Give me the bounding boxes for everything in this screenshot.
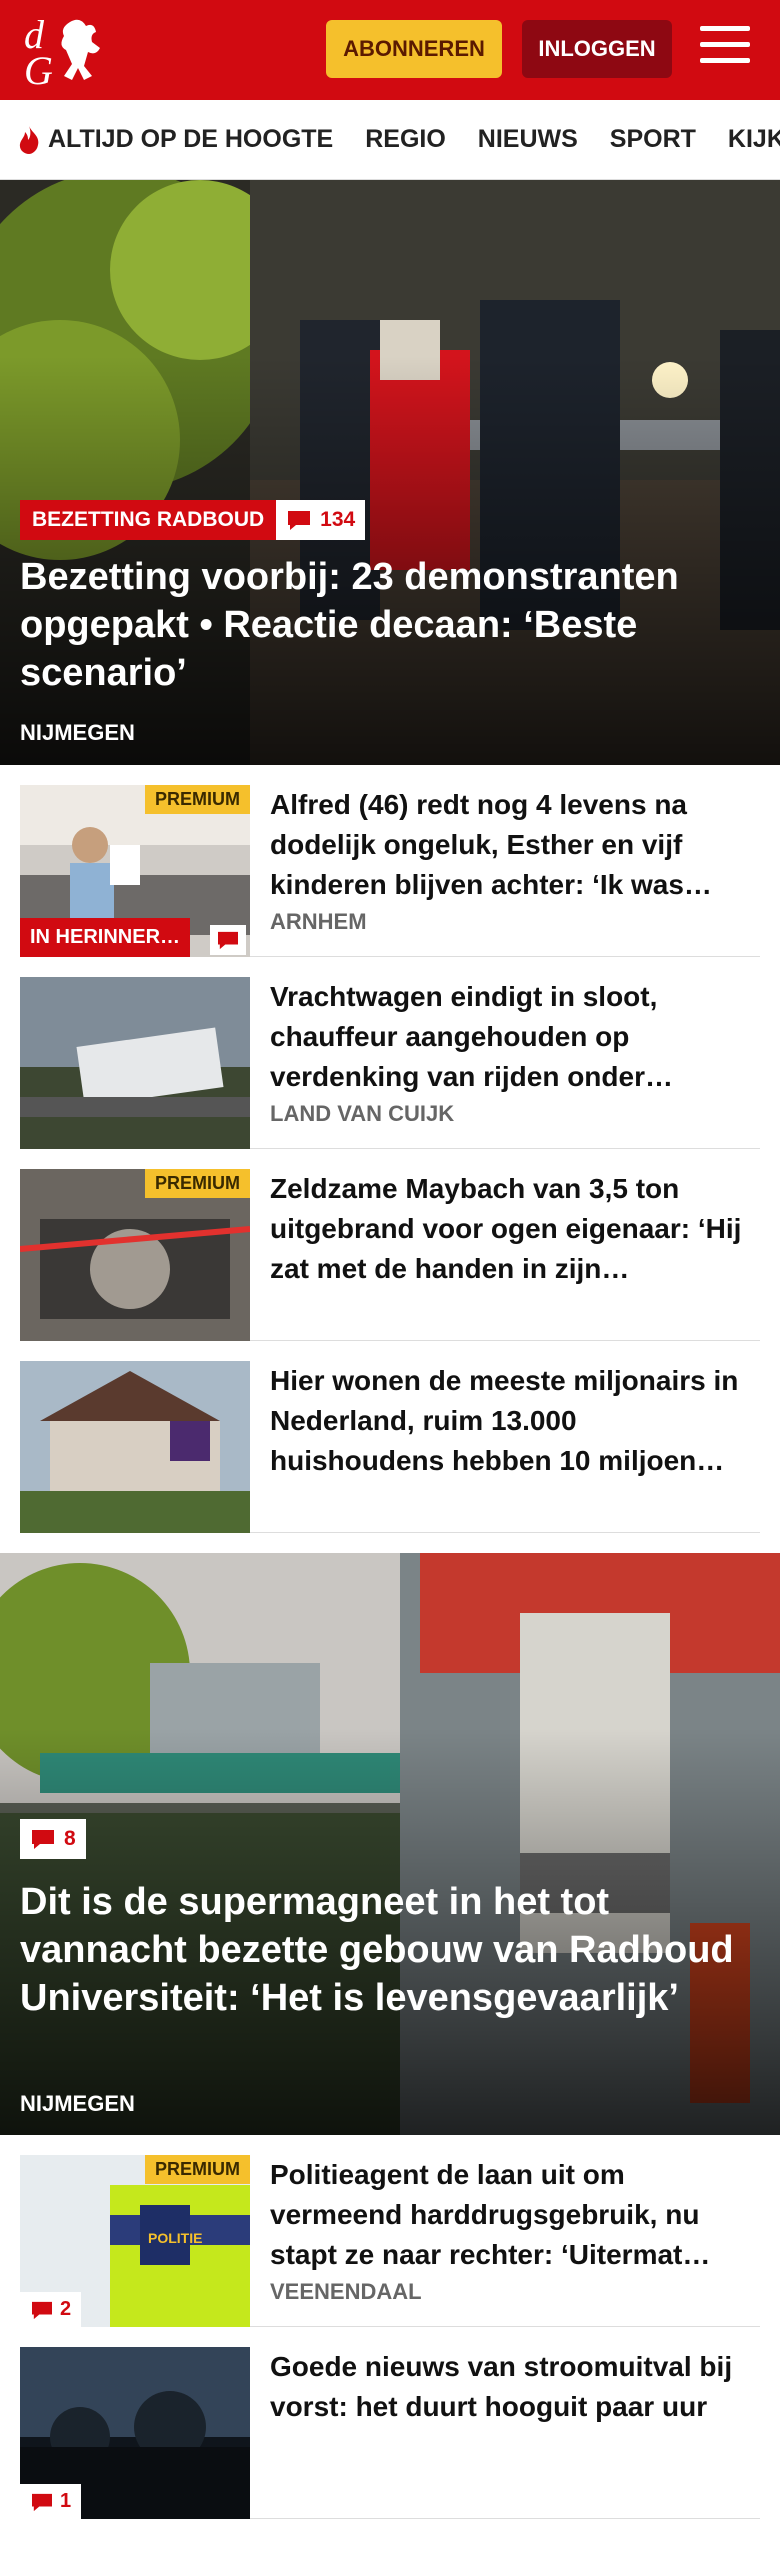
comment-count-value: 134: [320, 508, 356, 531]
nav-item-kijk[interactable]: KIJK: [728, 125, 780, 154]
list-item[interactable]: Vrachtwagen eindigt in sloot, chauffeur …: [20, 957, 760, 1149]
site-logo[interactable]: d G: [20, 12, 116, 88]
item-title[interactable]: Alfred (46) redt nog 4 levens na dodelij…: [270, 785, 750, 905]
nav-item-regio[interactable]: REGIO: [365, 125, 446, 154]
comment-count[interactable]: 134: [276, 500, 366, 540]
thumbnail: POLITIE PREMIUM 2: [20, 2155, 250, 2327]
list-item[interactable]: Hier wonen de meeste miljonairs in Neder…: [20, 1341, 760, 1533]
menu-icon[interactable]: [700, 26, 750, 72]
item-location: VEENENDAAL: [270, 2279, 422, 2304]
nav-item-altijd[interactable]: ALTIJD OP DE HOOGTE: [16, 125, 333, 155]
top-bar: d G ABONNEREN INLOGGEN: [0, 0, 780, 100]
comment-icon: [32, 1830, 54, 1849]
flame-icon: [19, 125, 39, 154]
hero-meta: BEZETTING RADBOUD 134: [20, 500, 366, 540]
premium-badge: PREMIUM: [145, 1169, 250, 1198]
thumbnail: PREMIUM IN HERINNER…: [20, 785, 250, 957]
list-item[interactable]: 1 Goede nieuws van stroomuitval bij vors…: [20, 2327, 760, 2519]
hero-location: NIJMEGEN: [20, 2091, 135, 2116]
hero-article-bezetting[interactable]: BEZETTING RADBOUD 134 Bezetting voorbij:…: [0, 180, 780, 765]
subscribe-button[interactable]: ABONNEREN: [326, 20, 502, 78]
svg-text:POLITIE: POLITIE: [148, 2230, 202, 2246]
list-item[interactable]: PREMIUM IN HERINNER… Alfred (46) redt no…: [20, 765, 760, 957]
hero-location: NIJMEGEN: [20, 720, 135, 745]
item-title[interactable]: Hier wonen de meeste miljonairs in Neder…: [270, 1361, 750, 1481]
thumbnail: [20, 977, 250, 1149]
comment-count[interactable]: 2: [20, 2292, 82, 2327]
comment-count-value: 2: [60, 2298, 72, 2320]
item-location: ARNHEM: [270, 909, 367, 934]
comment-count-value: 1: [60, 2490, 72, 2512]
item-title[interactable]: Goede nieuws van stroomuitval bij vorst:…: [270, 2347, 750, 2427]
thumbnail: PREMIUM: [20, 1169, 250, 1341]
hero-title[interactable]: Dit is de supermagneet in het tot vannac…: [20, 1878, 750, 2022]
nav-label: ALTIJD OP DE HOOGTE: [48, 125, 334, 153]
premium-badge: PREMIUM: [145, 785, 250, 814]
hero-title[interactable]: Bezetting voorbij: 23 demonstranten opge…: [20, 553, 750, 697]
thumbnail: 1: [20, 2347, 250, 2519]
comment-icon: [288, 511, 311, 530]
category-tag[interactable]: IN HERINNER…: [20, 918, 191, 957]
list-item[interactable]: POLITIE PREMIUM 2 Politieagent de laan u…: [20, 2135, 760, 2327]
hero-article-supermagneet[interactable]: 8 Dit is de supermagneet in het tot vann…: [0, 1553, 780, 2135]
thumbnail: [20, 1361, 250, 1533]
comment-icon: [32, 2301, 52, 2319]
comment-count[interactable]: 8: [20, 1819, 86, 1859]
comment-count-value: 8: [64, 1827, 76, 1850]
premium-badge: PREMIUM: [145, 2155, 250, 2184]
nav-item-nieuws[interactable]: NIEUWS: [478, 125, 578, 154]
item-title[interactable]: Politieagent de laan uit om vermeend har…: [270, 2155, 750, 2275]
list-item[interactable]: PREMIUM Zeldzame Maybach van 3,5 ton uit…: [20, 1149, 760, 1341]
item-location: LAND VAN CUIJK: [270, 1101, 455, 1126]
svg-text:G: G: [24, 48, 53, 88]
item-title[interactable]: Zeldzame Maybach van 3,5 ton uitgebrand …: [270, 1169, 750, 1289]
main-nav: ALTIJD OP DE HOOGTE REGIO NIEUWS SPORT K…: [0, 100, 780, 180]
hero-meta: 8: [20, 1819, 86, 1859]
comment-icon: [32, 2493, 52, 2511]
login-button[interactable]: INLOGGEN: [522, 20, 672, 78]
item-title[interactable]: Vrachtwagen eindigt in sloot, chauffeur …: [270, 977, 750, 1097]
comment-icon: [210, 925, 246, 955]
category-tag[interactable]: BEZETTING RADBOUD: [20, 500, 277, 540]
nav-item-sport[interactable]: SPORT: [610, 125, 696, 154]
comment-count[interactable]: 1: [20, 2484, 82, 2519]
